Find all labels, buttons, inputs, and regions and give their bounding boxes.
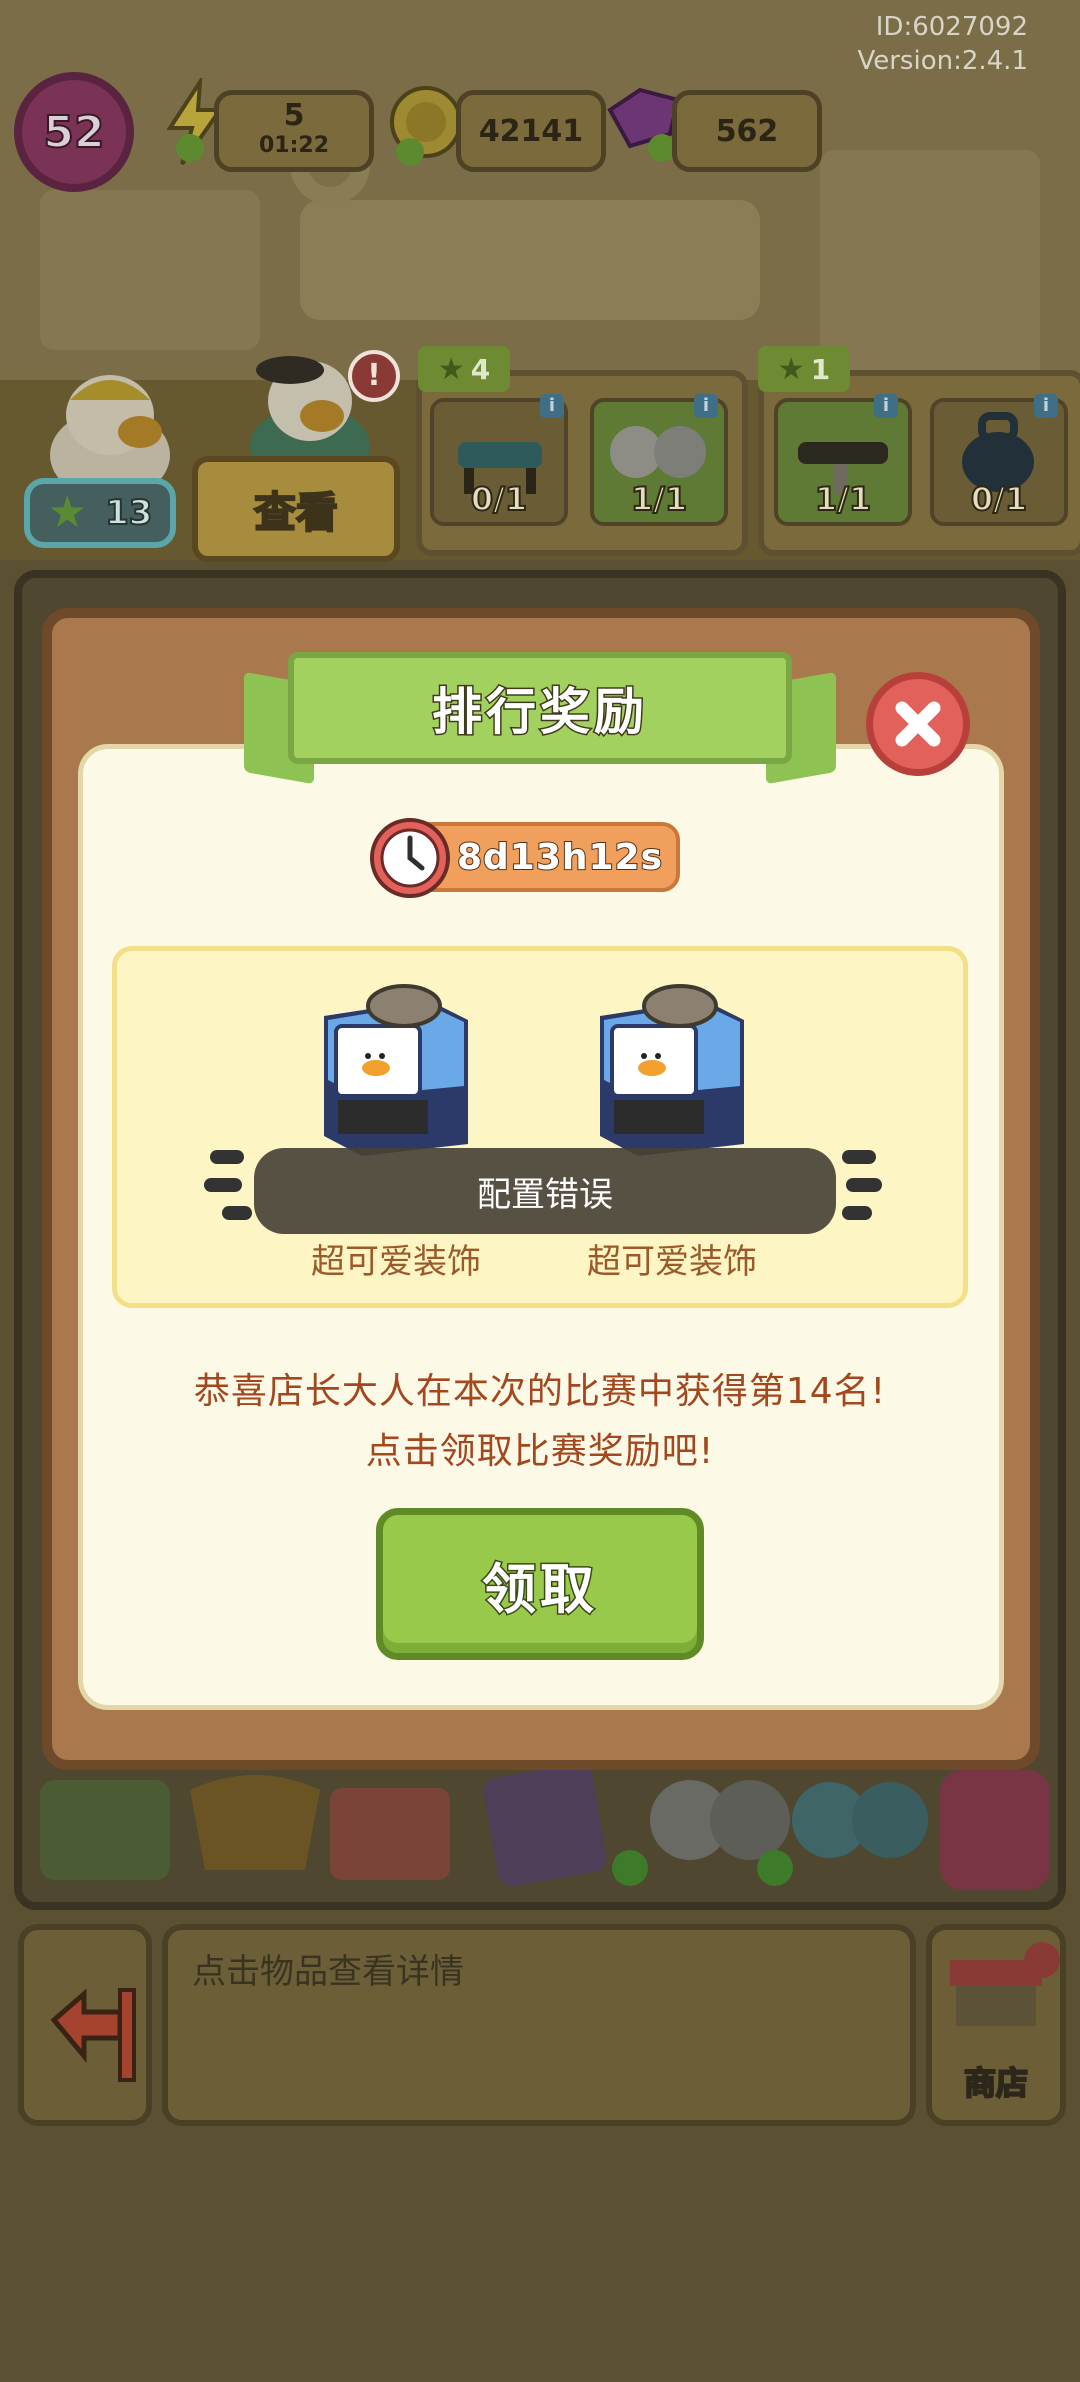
info-icon[interactable]: i xyxy=(694,394,718,418)
exit-door-icon xyxy=(50,1988,136,2082)
vending-machine-icon[interactable] xyxy=(316,976,476,1156)
player-id-text: ID:6027092 xyxy=(875,12,1028,42)
sparkle-right-icon xyxy=(842,1150,882,1220)
info-icon[interactable]: i xyxy=(1034,394,1058,418)
level-text: 52 xyxy=(42,106,105,159)
close-button[interactable] xyxy=(866,672,970,776)
claim-button-label: 领取 xyxy=(481,1556,598,1622)
info-icon[interactable]: i xyxy=(874,394,898,418)
star-count: 13 xyxy=(104,492,153,534)
quest-slot-count: 1/1 xyxy=(814,479,872,519)
dialog-title: 排行奖励 xyxy=(431,682,648,743)
quest-slot-count: 0/1 xyxy=(970,479,1028,519)
star-icon: ★ xyxy=(437,351,465,387)
star-icon: ★ xyxy=(777,351,805,387)
reward-label: 超可爱装饰 xyxy=(587,1242,757,1282)
shelf-items-row xyxy=(40,1763,1050,1890)
gem-value: 562 xyxy=(715,113,779,149)
quest-card-1-star-count: 4 xyxy=(470,352,491,386)
quest-slot-count: 0/1 xyxy=(470,479,528,519)
energy-counter[interactable]: 5 01:22 xyxy=(214,90,374,172)
shop-label: 商店 xyxy=(963,2063,1029,2103)
energy-value: 5 xyxy=(283,98,305,133)
info-icon[interactable]: i xyxy=(540,394,564,418)
item-detail-hint: 点击物品查看详情 xyxy=(192,1952,464,1992)
quest-card-2-star-tag: ★ 1 xyxy=(758,346,850,392)
reward-label: 超可爱装饰 xyxy=(311,1242,481,1282)
exit-button[interactable] xyxy=(18,1924,152,2126)
congrats-text-line-1: 恭喜店长大人在本次的比赛中获得第14名! xyxy=(193,1371,887,1412)
timer-text: 8d13h12s xyxy=(456,836,664,879)
congrats-text-line-2: 点击领取比赛奖励吧! xyxy=(365,1431,715,1472)
clock-icon xyxy=(370,818,450,898)
version-text: Version:2.4.1 xyxy=(857,46,1028,76)
item-detail-box: 点击物品查看详情 xyxy=(162,1924,916,2126)
star-icon: ★ xyxy=(47,487,88,538)
title-ribbon: 排行奖励 xyxy=(288,652,792,764)
quest-card-1-star-tag: ★ 4 xyxy=(418,346,510,392)
gem-counter[interactable]: 562 xyxy=(672,90,822,172)
alert-icon: ! xyxy=(348,350,400,402)
view-button-label: 查看 xyxy=(253,487,339,538)
claim-reward-button[interactable]: 领取 xyxy=(376,1508,704,1660)
level-badge[interactable]: 52 xyxy=(14,72,134,192)
quest-slot-count: 1/1 xyxy=(630,479,688,519)
energy-timer: 01:22 xyxy=(258,133,330,158)
coin-counter[interactable]: 42141 xyxy=(456,90,606,172)
coin-value: 42141 xyxy=(478,113,584,149)
shop-button[interactable]: 商店 xyxy=(926,1924,1066,2126)
error-toast: 配置错误 xyxy=(254,1148,836,1234)
star-counter[interactable]: ★ 13 xyxy=(24,478,176,548)
quest-card-2-star-count: 1 xyxy=(810,352,831,386)
close-icon xyxy=(895,701,941,747)
reward-list xyxy=(112,946,968,1308)
view-button[interactable]: 查看 xyxy=(192,456,400,562)
vending-machine-icon[interactable] xyxy=(592,976,752,1156)
